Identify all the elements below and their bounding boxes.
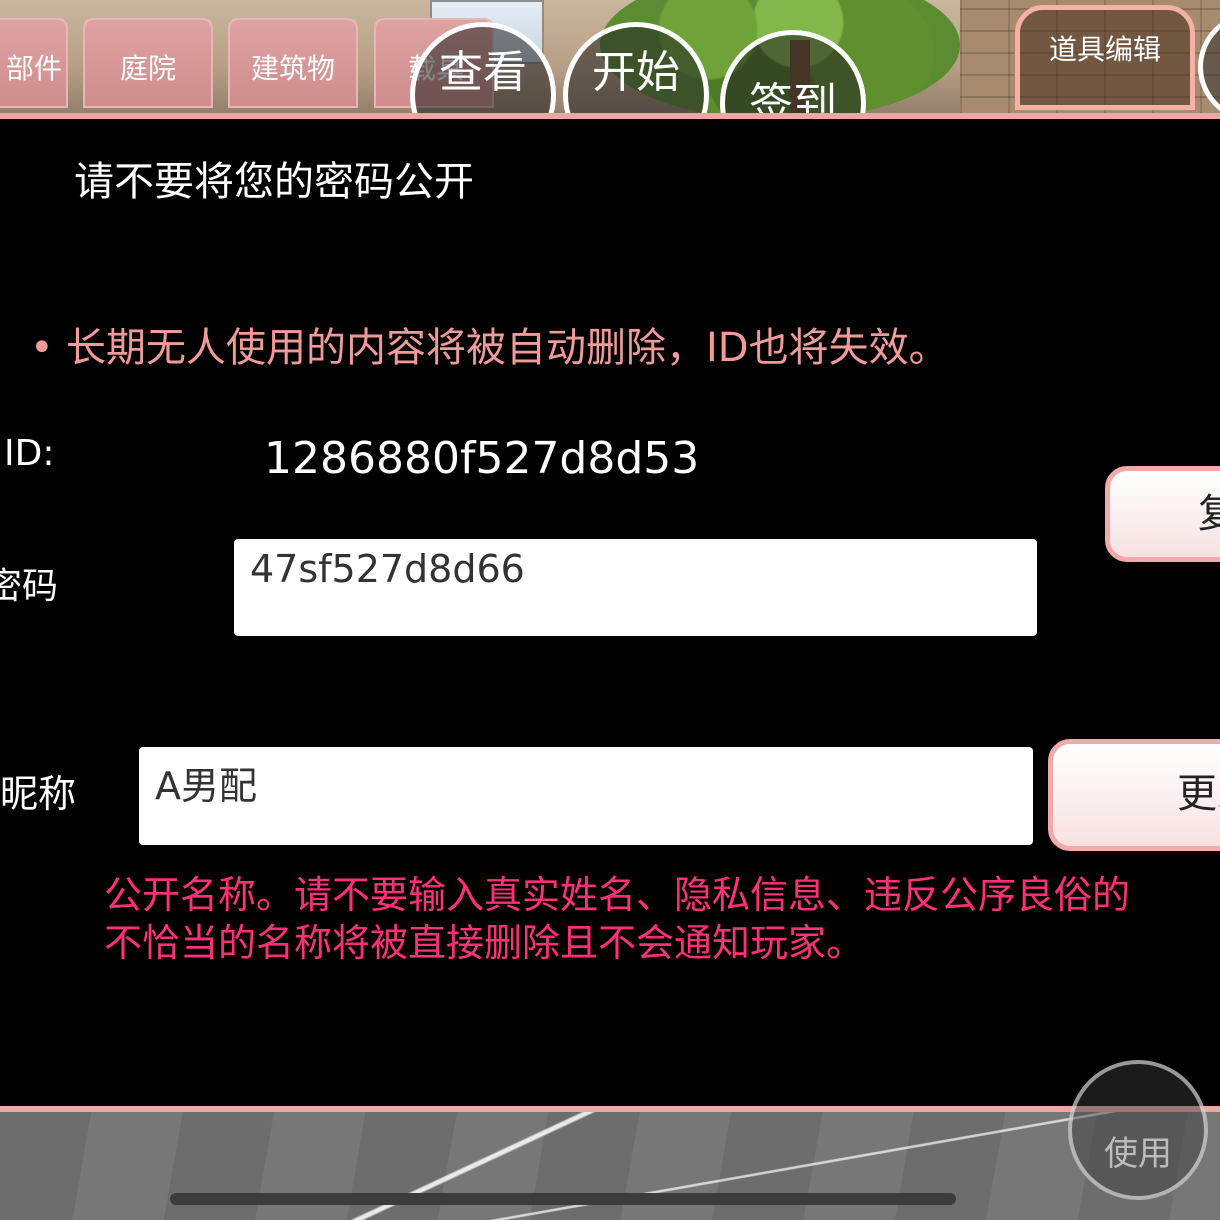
id-value: 1286880f527d8d53 [264, 433, 700, 484]
password-field[interactable]: 47sf527d8d66 [234, 539, 1037, 636]
use-button[interactable]: 使用 [1068, 1060, 1208, 1200]
change-button[interactable]: 更改 [1048, 739, 1220, 851]
tab-buildings[interactable]: 建筑物 [228, 18, 358, 108]
use-button-label: 使用 [1104, 1134, 1172, 1174]
bullet-point: • [30, 325, 54, 371]
tab-parts[interactable]: 部件 [0, 18, 68, 108]
nickname-warning-line-2: 不恰当的名称将被直接删除且不会通知玩家。 [104, 921, 865, 965]
nickname-label: 昵称 [0, 772, 77, 816]
account-dialog: 请不要将您的密码公开 • 长期无人使用的内容将被自动删除，ID也将失效。 ID: … [0, 113, 1220, 1112]
nickname-value: A男配 [155, 764, 257, 808]
copy-button-label: 复制 [1198, 491, 1220, 537]
nickname-warning: 公开名称。请不要输入真实姓名、隐私信息、违反公序良俗的 不恰当的名称将被直接删除… [104, 871, 1130, 967]
home-indicator[interactable] [170, 1193, 956, 1205]
id-label: ID: [4, 433, 55, 474]
start-button-label: 开始 [592, 47, 680, 98]
view-button-label: 查看 [439, 47, 527, 98]
prop-edit-label: 道具编辑 [1048, 33, 1161, 66]
tab-buildings-label: 建筑物 [250, 52, 335, 85]
password-label: 密码 [0, 566, 59, 607]
tab-courtyard[interactable]: 庭院 [83, 18, 213, 108]
inactivity-notice: • 长期无人使用的内容将被自动删除，ID也将失效。 [30, 315, 949, 373]
game-scene-top: 部件 庭院 建筑物 载具 查看 开始 签到 道具编辑 [0, 0, 1220, 120]
tab-courtyard-label: 庭院 [119, 52, 176, 85]
password-value: 47sf527d8d66 [250, 547, 525, 591]
copy-button[interactable]: 复制 [1105, 466, 1220, 562]
inactivity-notice-text: 长期无人使用的内容将被自动删除，ID也将失效。 [66, 325, 949, 371]
nickname-input[interactable]: A男配 [139, 747, 1033, 845]
dialog-title: 请不要将您的密码公开 [74, 159, 474, 205]
tab-parts-label: 部件 [5, 52, 62, 85]
prop-edit-button[interactable]: 道具编辑 [1015, 5, 1195, 110]
change-button-label: 更改 [1177, 771, 1220, 817]
nickname-warning-line-1: 公开名称。请不要输入真实姓名、隐私信息、违反公序良俗的 [104, 873, 1131, 917]
